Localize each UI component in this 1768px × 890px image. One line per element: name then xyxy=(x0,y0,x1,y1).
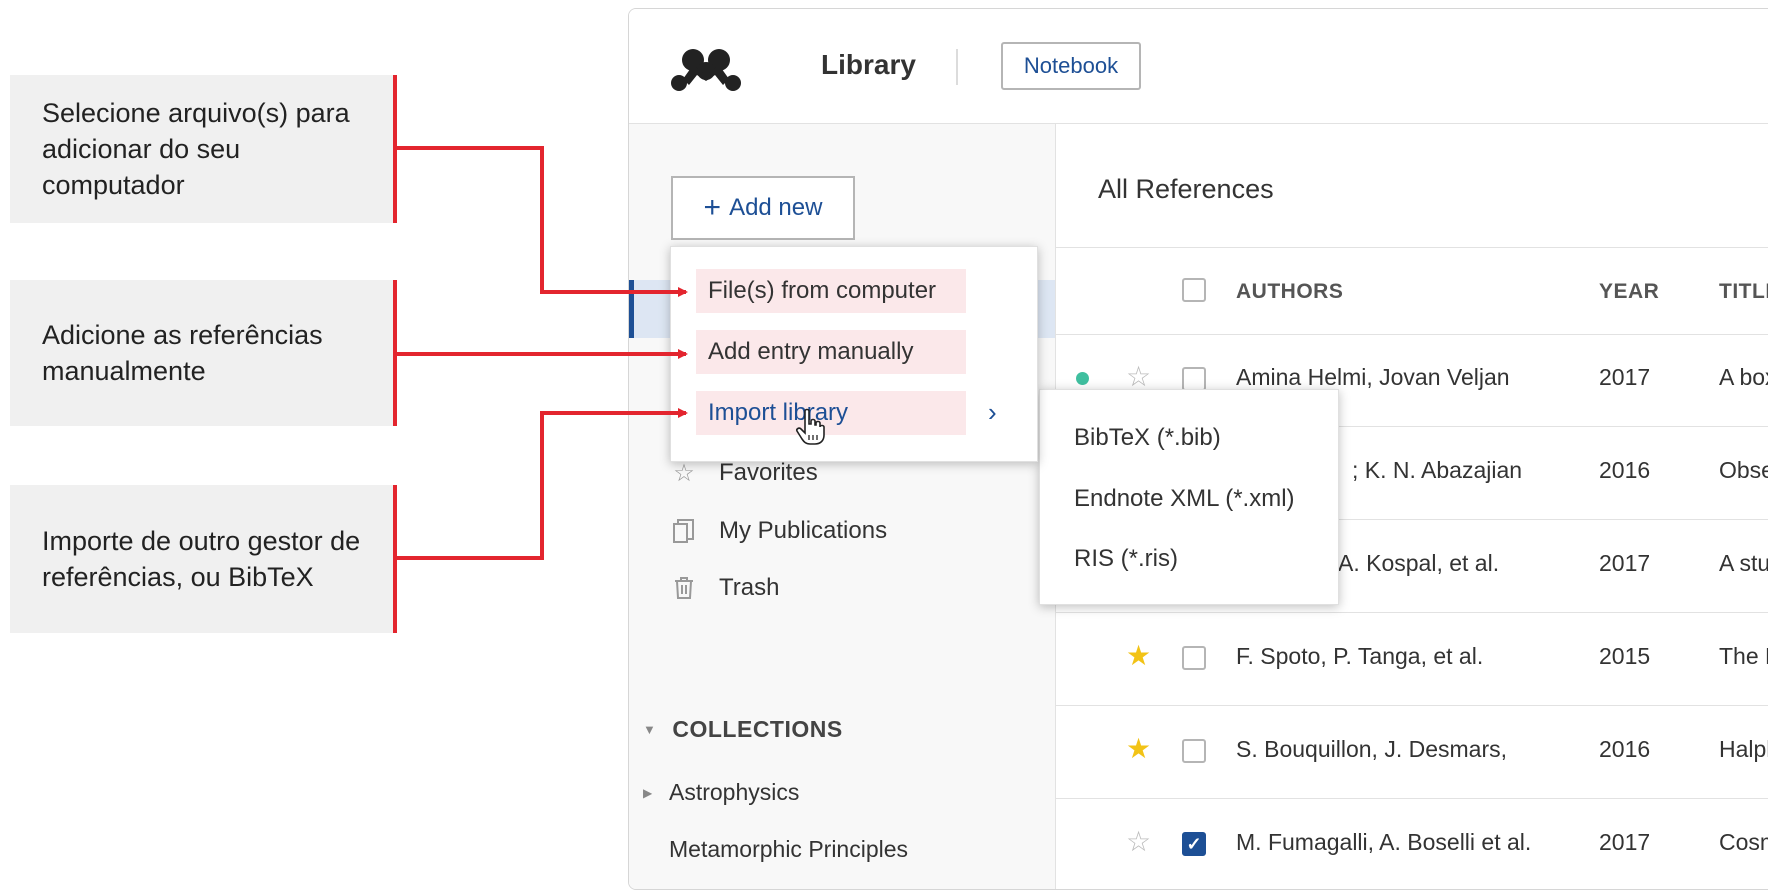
notebook-button[interactable]: Notebook xyxy=(1001,42,1141,90)
selected-indicator xyxy=(629,280,634,338)
row-year: 2017 xyxy=(1599,829,1651,855)
table-header: AUTHORS YEAR TITLE xyxy=(1056,247,1768,335)
row-authors: ; K. N. Abazajian xyxy=(1352,457,1523,483)
callout-file-from-computer: Selecione arquivo(s) para adicionar do s… xyxy=(10,75,397,223)
callout-bar xyxy=(393,75,397,223)
library-title[interactable]: Library xyxy=(821,49,916,81)
submenu-item-ris[interactable]: RIS (*.ris) xyxy=(1074,545,1178,573)
column-title[interactable]: TITLE xyxy=(1719,280,1768,304)
submenu-item-bibtex[interactable]: BibTeX (*.bib) xyxy=(1074,424,1221,452)
menu-item-add-entry-manually[interactable]: Add entry manually xyxy=(696,330,966,374)
row-title: Obse xyxy=(1719,457,1768,483)
publications-icon xyxy=(671,518,697,544)
collections-label: COLLECTIONS xyxy=(672,716,843,742)
row-year: 2016 xyxy=(1599,736,1651,762)
callout-bar xyxy=(393,485,397,633)
row-year: 2017 xyxy=(1599,364,1651,390)
mendeley-logo-icon xyxy=(671,49,741,91)
row-title: A box xyxy=(1719,364,1768,390)
collection-item-metamorphic-principles[interactable]: Metamorphic Principles xyxy=(669,836,908,863)
collection-label: Metamorphic Principles xyxy=(669,836,909,862)
plus-icon: + xyxy=(703,191,722,224)
top-bar: Library Notebook xyxy=(629,9,1768,124)
chevron-right-icon: › xyxy=(988,397,997,427)
caret-down-icon: ▼ xyxy=(643,722,657,737)
trash-icon xyxy=(671,575,697,601)
submenu-item-endnote-xml[interactable]: Endnote XML (*.xml) xyxy=(1074,485,1295,513)
row-year: 2016 xyxy=(1599,457,1651,483)
select-all-checkbox[interactable] xyxy=(1182,278,1206,302)
unread-dot-icon xyxy=(1076,372,1089,385)
row-authors: M. Fumagalli, A. Boselli et al. xyxy=(1236,829,1532,855)
row-year: 2017 xyxy=(1599,550,1651,576)
sidebar-item-label: Trash xyxy=(719,574,780,601)
row-checkbox[interactable] xyxy=(1182,646,1206,670)
star-outline-icon[interactable]: ☆ xyxy=(1126,362,1151,392)
row-authors: A. Kospal, et al. xyxy=(1338,550,1500,576)
callout-import-library: Importe de outro gestor de referências, … xyxy=(10,485,397,633)
sidebar: + Add new ☆ Favorites My Publications Tr… xyxy=(629,124,1056,889)
row-authors: F. Spoto, P. Tanga, et al. xyxy=(1236,643,1484,669)
topbar-divider xyxy=(956,49,958,85)
collection-label: Astrophysics xyxy=(669,779,800,805)
column-year[interactable]: YEAR xyxy=(1599,280,1659,304)
caret-right-icon: ▶ xyxy=(643,785,653,800)
page-title: All References xyxy=(1098,174,1274,204)
table-row[interactable]: ★ F. Spoto, P. Tanga, et al. 2015 The H xyxy=(1056,613,1768,706)
sidebar-item-my-publications[interactable]: My Publications xyxy=(671,514,887,548)
menu-item-import-library[interactable]: Import library xyxy=(696,391,966,435)
add-new-label: Add new xyxy=(729,194,823,221)
collections-header[interactable]: ▼ COLLECTIONS xyxy=(643,716,843,743)
row-title: Halph xyxy=(1719,736,1768,762)
row-authors: S. Bouquillon, J. Desmars, xyxy=(1236,736,1508,762)
star-outline-icon[interactable]: ☆ xyxy=(1126,827,1151,857)
import-library-submenu: BibTeX (*.bib) Endnote XML (*.xml) RIS (… xyxy=(1039,389,1339,605)
table-row[interactable]: ☆ ✓ M. Fumagalli, A. Boselli et al. 2017… xyxy=(1056,799,1768,889)
callout-text: Adicione as referências manualmente xyxy=(42,320,323,386)
row-year: 2015 xyxy=(1599,643,1651,669)
sidebar-item-label: Favorites xyxy=(719,459,818,486)
add-new-menu: File(s) from computer Add entry manually… xyxy=(670,246,1038,462)
row-checkbox-checked[interactable]: ✓ xyxy=(1182,832,1206,856)
row-checkbox[interactable] xyxy=(1182,739,1206,763)
sidebar-item-trash[interactable]: Trash xyxy=(671,571,779,605)
star-outline-icon: ☆ xyxy=(673,459,695,487)
add-new-button[interactable]: + Add new xyxy=(671,176,855,240)
hand-pointer-icon xyxy=(796,408,825,445)
star-filled-icon[interactable]: ★ xyxy=(1126,734,1151,764)
callout-text: Selecione arquivo(s) para adicionar do s… xyxy=(42,98,350,200)
callout-text: Importe de outro gestor de referências, … xyxy=(42,526,361,592)
row-title: The H xyxy=(1719,643,1768,669)
row-title: Cosm xyxy=(1719,829,1768,855)
sidebar-item-label: My Publications xyxy=(719,517,888,544)
row-title: A stu xyxy=(1719,550,1768,576)
row-checkbox[interactable] xyxy=(1182,367,1206,391)
callout-bar xyxy=(393,280,397,426)
row-authors: Amina Helmi, Jovan Veljan xyxy=(1236,364,1510,390)
column-authors[interactable]: AUTHORS xyxy=(1236,280,1343,304)
menu-item-files-from-computer[interactable]: File(s) from computer xyxy=(696,269,966,313)
collection-item-astrophysics[interactable]: ▶ Astrophysics xyxy=(643,779,799,806)
table-row[interactable]: ★ S. Bouquillon, J. Desmars, 2016 Halph xyxy=(1056,706,1768,799)
callout-add-manually: Adicione as referências manualmente xyxy=(10,280,397,426)
star-filled-icon[interactable]: ★ xyxy=(1126,641,1151,671)
